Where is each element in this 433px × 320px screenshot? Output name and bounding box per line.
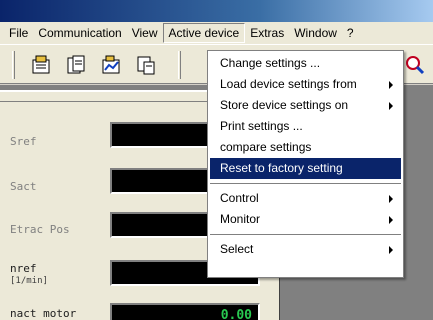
menu-item-label: Control (220, 191, 259, 205)
menu-item-print-settings[interactable]: Print settings ... (210, 116, 401, 137)
menu-item-label: Select (220, 242, 254, 256)
menu-item-select[interactable]: Select (210, 239, 401, 260)
menu-item-control[interactable]: Control (210, 188, 401, 209)
menu-item-label: Print settings ... (220, 119, 303, 133)
submenu-arrow-icon (389, 195, 393, 203)
menu-item-label: Change settings ... (220, 56, 321, 70)
copy-icon[interactable] (133, 51, 159, 79)
menu-file[interactable]: File (4, 23, 33, 43)
menu-item-label: Load device settings from (220, 77, 357, 91)
title-bar (0, 0, 433, 22)
submenu-arrow-icon (389, 216, 393, 224)
document-icon[interactable] (63, 51, 89, 79)
toolbar-grip[interactable] (178, 51, 181, 79)
menu-item-monitor[interactable]: Monitor (210, 209, 401, 230)
menu-item-label: Monitor (220, 212, 261, 226)
row-label-sref: Sref (10, 135, 37, 148)
submenu-arrow-icon (389, 81, 393, 89)
row-label-nref: nref (10, 262, 37, 275)
menu-item-compare-settings[interactable]: compare settings (210, 137, 401, 158)
menu-item-change-settings[interactable]: Change settings ... (210, 53, 401, 74)
row-label-nact-motor: nact motor (10, 307, 77, 320)
menu-active-device[interactable]: Active device (162, 23, 246, 43)
menu-separator (210, 230, 401, 239)
menu-item-store-device-settings[interactable]: Store device settings on (210, 95, 401, 116)
row-unit-nref: [1/min] (10, 276, 48, 286)
active-device-dropdown: Change settings ... Load device settings… (207, 50, 404, 278)
menu-bar: File Communication View Active device Ex… (0, 22, 433, 44)
row-label-etrac-pos: Etrac Pos (10, 223, 70, 236)
menu-item-label: compare settings (220, 140, 312, 154)
menu-item-label: Reset to factory setting (220, 161, 343, 175)
menu-help[interactable]: ? (342, 23, 359, 43)
device-icon[interactable] (402, 51, 428, 79)
menu-window[interactable]: Window (289, 23, 342, 43)
value-display-nact-motor: 0.00 (110, 303, 260, 320)
settings-icon[interactable] (28, 51, 54, 79)
menu-item-reset-factory-setting[interactable]: Reset to factory setting (210, 158, 401, 179)
submenu-arrow-icon (389, 246, 393, 254)
row-label-sact: Sact (10, 180, 37, 193)
submenu-arrow-icon (389, 102, 393, 110)
menu-communication[interactable]: Communication (33, 23, 126, 43)
chart-icon[interactable] (98, 51, 124, 79)
menu-separator (210, 179, 401, 188)
toolbar-grip[interactable] (12, 51, 15, 79)
menu-item-label: Store device settings on (220, 98, 349, 112)
menu-extras[interactable]: Extras (245, 23, 289, 43)
menu-item-load-device-settings[interactable]: Load device settings from (210, 74, 401, 95)
menu-view[interactable]: View (127, 23, 163, 43)
